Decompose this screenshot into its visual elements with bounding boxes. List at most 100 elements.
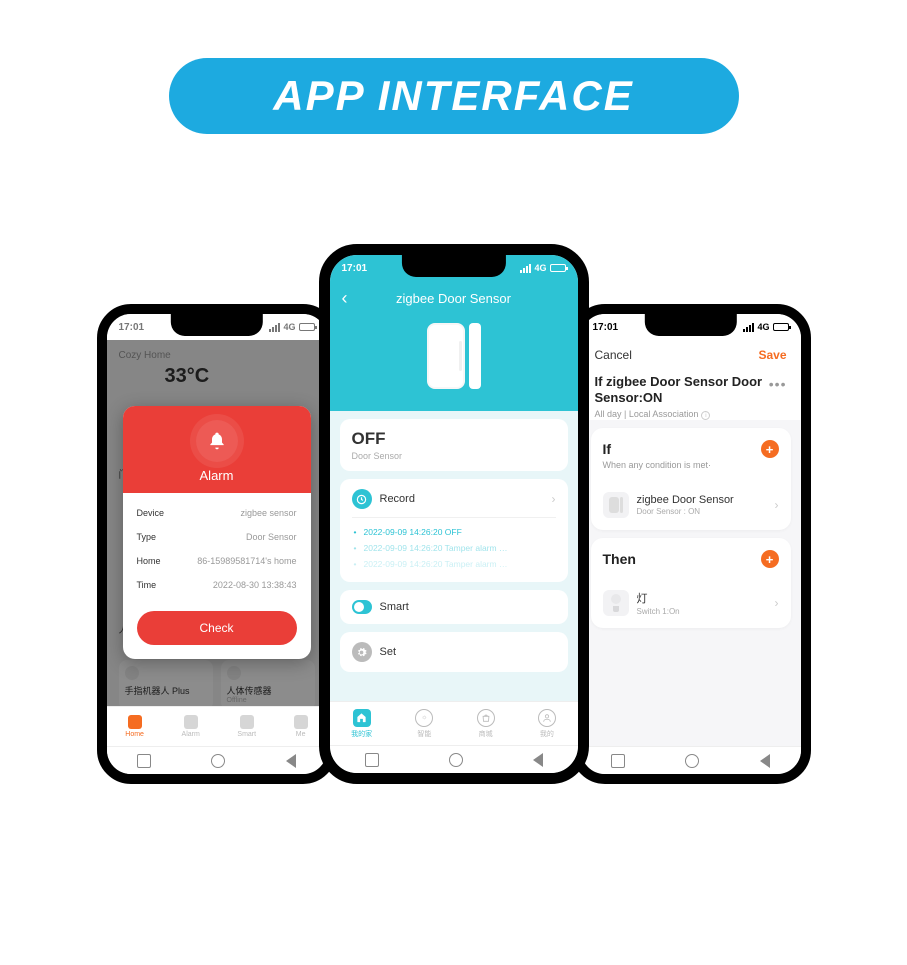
if-label: If (603, 441, 612, 457)
recent-apps-button[interactable] (611, 754, 625, 768)
network-label: 4G (283, 322, 295, 332)
bell-icon (196, 420, 238, 462)
home-button[interactable] (685, 754, 699, 768)
alarm-header: Alarm (123, 406, 311, 493)
tab-alarm[interactable]: Alarm (182, 715, 200, 738)
battery-icon (299, 323, 315, 331)
smart-icon (240, 715, 254, 729)
phone-alarm: 17:01 4G Cozy Home 33°C 门… 人… ✕ 手指机器人 Pl… (97, 304, 337, 784)
bottom-tabbar: 我的家 ☼智能 商城 我的 (330, 701, 578, 745)
device-header: ‹ zigbee Door Sensor (330, 281, 578, 411)
battery-icon (550, 264, 566, 272)
check-button[interactable]: Check (137, 611, 297, 645)
gear-icon (352, 642, 372, 662)
tab-home[interactable]: 我的家 (351, 709, 372, 739)
tab-me[interactable]: 我的 (538, 709, 556, 739)
smart-card[interactable]: Smart (340, 590, 568, 624)
record-item: 2022-09-09 14:26:20 Tamper alarm … (352, 556, 556, 572)
notch (401, 255, 505, 277)
status-time: 17:01 (119, 322, 145, 333)
automation-subtitle: All day | Local Associationi (595, 409, 787, 420)
then-label: Then (603, 551, 636, 567)
alarm-modal: Alarm Devicezigbee sensor TypeDoor Senso… (123, 406, 311, 659)
record-label: Record (380, 493, 415, 505)
back-button[interactable] (760, 754, 770, 768)
toggle-icon (352, 600, 372, 614)
sensor-icon (603, 492, 629, 518)
user-icon (538, 709, 556, 727)
recent-apps-button[interactable] (365, 753, 379, 767)
set-card[interactable]: Set (340, 632, 568, 672)
signal-icon (269, 323, 280, 332)
signal-icon (520, 264, 531, 273)
status-right: 4G (520, 263, 565, 273)
add-condition-button[interactable]: + (761, 440, 779, 458)
notch (644, 314, 736, 336)
record-card[interactable]: Record › 2022-09-09 14:26:20 OFF 2022-09… (340, 479, 568, 582)
network-label: 4G (757, 322, 769, 332)
smart-label: Smart (380, 601, 409, 613)
detail-row: Devicezigbee sensor (137, 501, 297, 525)
action-item[interactable]: 灯 Switch 1:On › (603, 580, 779, 616)
home-icon (353, 709, 371, 727)
then-section: Then + 灯 Switch 1:On › (591, 538, 791, 628)
alarm-icon (184, 715, 198, 729)
status-right: 4G (743, 322, 788, 332)
bottom-tabbar: Home Alarm Smart Me (107, 706, 327, 746)
home-button[interactable] (211, 754, 225, 768)
detail-row: TypeDoor Sensor (137, 525, 297, 549)
record-list: 2022-09-09 14:26:20 OFF 2022-09-09 14:26… (352, 517, 556, 572)
chevron-right-icon: › (775, 498, 779, 512)
status-sub: Door Sensor (352, 451, 556, 461)
add-action-button[interactable]: + (761, 550, 779, 568)
back-icon[interactable]: ‹ (342, 288, 348, 309)
home-button[interactable] (449, 753, 463, 767)
set-label: Set (380, 646, 397, 658)
cancel-button[interactable]: Cancel (595, 348, 632, 362)
android-navbar (581, 746, 801, 774)
status-value: OFF (352, 429, 556, 449)
banner-title: APP INTERFACE (273, 72, 633, 120)
phone-automation: 17:01 4G Cancel Save If zigbee Door Sens… (571, 304, 811, 784)
bag-icon (477, 709, 495, 727)
tab-home[interactable]: Home (125, 715, 144, 738)
condition-item[interactable]: zigbee Door Sensor Door Sensor : ON › (603, 482, 779, 518)
clock-icon (352, 489, 372, 509)
record-item: 2022-09-09 14:26:20 OFF (352, 524, 556, 540)
android-navbar (107, 746, 327, 774)
home-icon (128, 715, 142, 729)
network-label: 4G (534, 263, 546, 273)
phone-device-detail: 17:01 4G ‹ zigbee Door Sensor OFF Door S… (319, 244, 589, 784)
alarm-details: Devicezigbee sensor TypeDoor Sensor Home… (123, 493, 311, 605)
tab-shop[interactable]: 商城 (477, 709, 495, 739)
tab-smart[interactable]: Smart (237, 715, 256, 738)
alarm-title: Alarm (123, 468, 311, 483)
status-time: 17:01 (593, 322, 619, 333)
phones-row: 17:01 4G Cozy Home 33°C 门… 人… ✕ 手指机器人 Pl… (0, 244, 907, 784)
me-icon (294, 715, 308, 729)
back-button[interactable] (533, 753, 543, 767)
sun-icon: ☼ (415, 709, 433, 727)
tab-me[interactable]: Me (294, 715, 308, 738)
save-button[interactable]: Save (758, 348, 786, 362)
tab-smart[interactable]: ☼智能 (415, 709, 433, 739)
status-time: 17:01 (342, 263, 368, 274)
info-icon[interactable]: i (701, 411, 710, 420)
automation-body: If + When any condition is met· zigbee D… (581, 420, 801, 746)
back-button[interactable] (286, 754, 296, 768)
record-item: 2022-09-09 14:26:20 Tamper alarm … (352, 540, 556, 556)
android-navbar (330, 745, 578, 773)
status-card: OFF Door Sensor (340, 419, 568, 471)
recent-apps-button[interactable] (137, 754, 151, 768)
more-icon[interactable]: ••• (769, 376, 787, 392)
automation-title: If zigbee Door Sensor Door Sensor:ON (595, 374, 787, 407)
device-title: zigbee Door Sensor (396, 291, 511, 306)
chevron-right-icon: › (775, 596, 779, 610)
detail-row: Time2022-08-30 13:38:43 (137, 573, 297, 597)
light-icon (603, 590, 629, 616)
battery-icon (773, 323, 789, 331)
detail-row: Home86-15989581714's home (137, 549, 297, 573)
sensor-illustration (342, 309, 566, 395)
if-section: If + When any condition is met· zigbee D… (591, 428, 791, 530)
nav-header: Cancel Save (581, 340, 801, 370)
